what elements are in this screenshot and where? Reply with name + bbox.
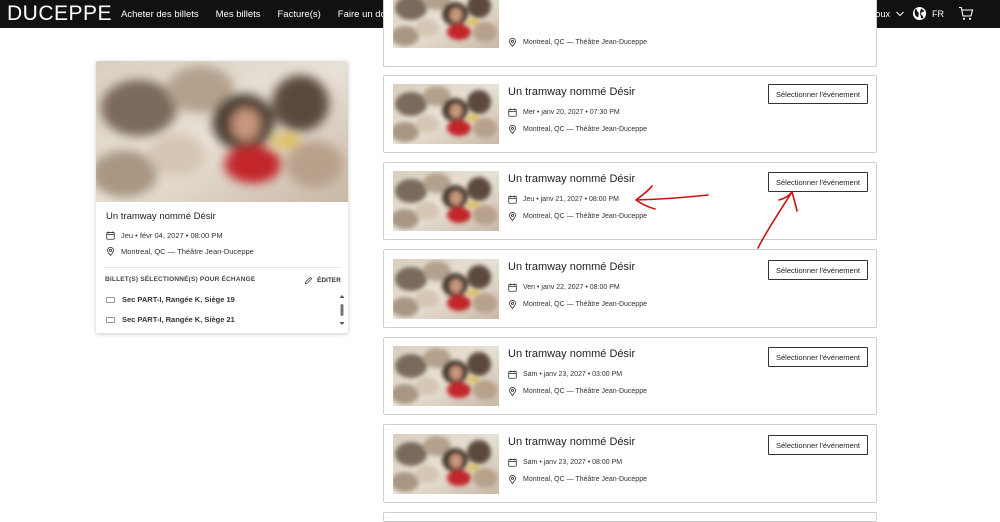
seat-item: Sec PART-I, Rangée K, Siège 19	[106, 295, 235, 304]
location-pin-icon	[508, 212, 517, 221]
event-card: Un tramway nommé Désir Ven • janv 22, 20…	[383, 249, 877, 328]
event-card: Montreal, QC — Théâtre Jean-Duceppe	[383, 0, 877, 67]
event-thumbnail	[393, 171, 499, 231]
main-nav: Acheter des billets Mes billets Facture(…	[121, 0, 408, 28]
edit-button[interactable]: ÉDITER	[304, 276, 341, 285]
event-thumbnail	[393, 0, 499, 48]
summary-venue-row: Montreal, QC — Théâtre Jean-Duceppe	[106, 247, 254, 256]
event-datetime: Mer • janv 20, 2027 • 07:30 PM	[523, 109, 620, 116]
language-switcher[interactable]: FR	[912, 6, 944, 21]
select-event-button[interactable]: Sélectionner l'événement	[768, 435, 868, 455]
event-card: Un tramway nommé Désir Jeu • janv 21, 20…	[383, 162, 877, 240]
event-title: Un tramway nommé Désir	[508, 261, 636, 273]
event-venue: Montreal, QC — Théâtre Jean-Duceppe	[523, 126, 647, 133]
event-datetime: Sam • janv 23, 2027 • 08:00 PM	[523, 459, 623, 466]
summary-venue: Montreal, QC — Théâtre Jean-Duceppe	[121, 247, 254, 256]
event-thumbnail	[393, 259, 499, 319]
globe-icon	[912, 6, 927, 21]
event-title: Un tramway nommé Désir	[508, 173, 636, 185]
event-venue-row: Montreal, QC — Théâtre Jean-Duceppe	[508, 125, 647, 134]
event-title: Un tramway nommé Désir	[508, 436, 636, 448]
event-venue-row: Montreal, QC — Théâtre Jean-Duceppe	[508, 38, 647, 47]
divider	[104, 267, 340, 268]
event-thumbnail	[393, 346, 499, 406]
seat-label: Sec PART-I, Rangée K, Siège 19	[122, 295, 235, 304]
calendar-icon	[508, 283, 517, 292]
selected-event-summary: Un tramway nommé Désir Jeu • févr 04, 20…	[96, 61, 348, 333]
event-date-row: Sam • janv 23, 2027 • 08:00 PM	[508, 458, 622, 467]
summary-title: Un tramway nommé Désir	[106, 211, 216, 222]
duceppe-logo[interactable]: DUCEPPE	[7, 3, 112, 25]
select-event-button[interactable]: Sélectionner l'événement	[768, 347, 868, 367]
event-date-row: Mer • janv 20, 2027 • 07:30 PM	[508, 108, 620, 117]
event-photo	[96, 61, 348, 202]
event-date-row: Jeu • janv 21, 2027 • 08:00 PM	[508, 195, 619, 204]
ticket-icon	[106, 316, 115, 323]
chevron-down-icon	[896, 11, 904, 17]
cart-button[interactable]	[958, 6, 974, 26]
event-venue-row: Montreal, QC — Théâtre Jean-Duceppe	[508, 475, 647, 484]
event-datetime: Sam • janv 23, 2027 • 03:00 PM	[523, 371, 623, 378]
calendar-icon	[508, 458, 517, 467]
seat-item: Sec PART-I, Rangée K, Siège 21	[106, 315, 235, 324]
seat-list-scrollbar[interactable]	[339, 294, 345, 326]
event-thumbnail	[393, 434, 499, 494]
cart-icon	[959, 6, 974, 20]
event-venue: Montreal, QC — Théâtre Jean-Duceppe	[523, 39, 647, 46]
seat-label: Sec PART-I, Rangée K, Siège 21	[122, 315, 235, 324]
event-card	[383, 512, 877, 522]
location-pin-icon	[508, 475, 517, 484]
event-card: Un tramway nommé Désir Mer • janv 20, 20…	[383, 75, 877, 153]
select-event-button[interactable]: Sélectionner l'événement	[768, 260, 868, 280]
event-venue: Montreal, QC — Théâtre Jean-Duceppe	[523, 301, 647, 308]
event-venue-row: Montreal, QC — Théâtre Jean-Duceppe	[508, 212, 647, 221]
event-card: Un tramway nommé Désir Sam • janv 23, 20…	[383, 337, 877, 415]
nav-buy-tickets[interactable]: Acheter des billets	[121, 9, 199, 20]
event-date-row: Sam • janv 23, 2027 • 03:00 PM	[508, 370, 622, 379]
location-pin-icon	[508, 387, 517, 396]
pencil-icon	[304, 276, 313, 285]
summary-datetime: Jeu • févr 04, 2027 • 08:00 PM	[121, 231, 223, 240]
selected-tickets-label: BILLET(S) SÉLECTIONNÉ(S) POUR ÉCHANGE	[105, 276, 256, 283]
calendar-icon	[508, 108, 517, 117]
location-pin-icon	[508, 300, 517, 309]
event-venue: Montreal, QC — Théâtre Jean-Duceppe	[523, 388, 647, 395]
language-label: FR	[932, 8, 944, 19]
event-title: Un tramway nommé Désir	[508, 348, 636, 360]
event-card: Un tramway nommé Désir Sam • janv 23, 20…	[383, 424, 877, 503]
event-title: Un tramway nommé Désir	[508, 86, 636, 98]
calendar-icon	[508, 195, 517, 204]
event-datetime: Ven • janv 22, 2027 • 08:00 PM	[523, 284, 620, 291]
edit-label: ÉDITER	[317, 277, 341, 284]
location-pin-icon	[106, 247, 115, 256]
calendar-icon	[508, 370, 517, 379]
event-venue: Montreal, QC — Théâtre Jean-Duceppe	[523, 476, 647, 483]
ticket-icon	[106, 296, 115, 303]
event-venue: Montreal, QC — Théâtre Jean-Duceppe	[523, 213, 647, 220]
event-venue-row: Montreal, QC — Théâtre Jean-Duceppe	[508, 387, 647, 396]
event-venue-row: Montreal, QC — Théâtre Jean-Duceppe	[508, 300, 647, 309]
location-pin-icon	[508, 125, 517, 134]
location-pin-icon	[508, 38, 517, 47]
event-datetime: Jeu • janv 21, 2027 • 08:00 PM	[523, 196, 619, 203]
select-event-button[interactable]: Sélectionner l'événement	[768, 172, 868, 192]
nav-my-tickets[interactable]: Mes billets	[216, 9, 261, 20]
calendar-icon	[106, 231, 115, 240]
event-date-row: Ven • janv 22, 2027 • 08:00 PM	[508, 283, 620, 292]
nav-invoices[interactable]: Facture(s)	[278, 9, 321, 20]
event-thumbnail	[393, 84, 499, 144]
summary-date-row: Jeu • févr 04, 2027 • 08:00 PM	[106, 231, 223, 240]
select-event-button[interactable]: Sélectionner l'événement	[768, 84, 868, 104]
